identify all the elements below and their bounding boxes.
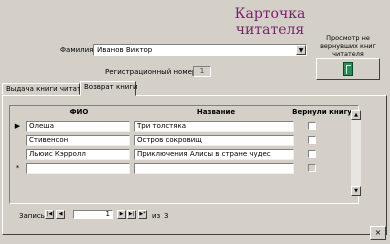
fio-cell[interactable] (26, 163, 130, 174)
first-record-button[interactable]: |◀ (45, 210, 54, 219)
row-selector[interactable] (12, 148, 23, 161)
row-selector[interactable]: ▶ (12, 120, 23, 133)
title-cell[interactable]: Остров сокровищ (134, 135, 294, 146)
fio-cell[interactable]: Олеша (26, 121, 130, 132)
row-selector[interactable] (12, 134, 23, 147)
next-record-button[interactable]: ▶ (117, 210, 126, 219)
new-record-button[interactable]: ▶* (138, 210, 147, 219)
table-row-new[interactable]: * (10, 162, 358, 175)
reg-number-field[interactable]: 1 (193, 66, 211, 77)
tab-return-book[interactable]: Возврат книги (80, 81, 138, 96)
column-header-returned: Вернули книгу (292, 108, 352, 116)
reg-number-label: Регистрационный номер (105, 68, 197, 76)
record-label: Запись: (19, 212, 48, 220)
column-header-title: Название (196, 108, 236, 116)
scroll-down-icon[interactable]: ▼ (351, 186, 361, 196)
reader-value: Иванов Виктор (97, 46, 153, 54)
returned-checkbox[interactable] (308, 122, 316, 130)
previous-record-button[interactable]: ◀ (56, 210, 65, 219)
returned-checkbox[interactable] (308, 164, 316, 172)
last-record-button[interactable]: ▶| (127, 210, 136, 219)
title-cell[interactable]: Три толстяка (134, 121, 294, 132)
table-row[interactable]: ▶ Олеша Три толстяка (10, 120, 358, 133)
title-cell[interactable]: Приключения Алисы в стране чудес (134, 149, 294, 160)
view-unreturned-caption: Просмотр не вернувших книг читателя (320, 34, 376, 58)
table-row[interactable]: Стивенсон Остров сокровищ (10, 134, 358, 147)
tab-issue-book[interactable]: Выдача книги читателю (2, 83, 96, 95)
reader-combobox[interactable]: Иванов Виктор ▼ (93, 44, 307, 56)
view-unreturned-button[interactable] (316, 58, 380, 80)
close-icon[interactable]: × (370, 226, 386, 240)
fio-cell[interactable]: Льюис Кэрролл (26, 149, 130, 160)
table-row[interactable]: Льюис Кэрролл Приключения Алисы в стране… (10, 148, 358, 161)
row-selector[interactable]: * (12, 162, 23, 175)
reader-label: Фамилия (60, 46, 94, 54)
returned-checkbox[interactable] (308, 136, 316, 144)
returned-checkbox[interactable] (308, 150, 316, 158)
current-record-input[interactable]: 1 (73, 210, 113, 219)
return-grid: ФИО Название Вернули книгу ▶ Олеша Три т… (9, 105, 359, 204)
vertical-scrollbar[interactable]: ▲ ▼ (351, 110, 361, 196)
record-total: 3 (164, 212, 169, 220)
book-icon (343, 62, 353, 76)
column-header-fio: ФИО (69, 108, 89, 116)
fio-cell[interactable]: Стивенсон (26, 135, 130, 146)
chevron-down-icon[interactable]: ▼ (296, 45, 306, 55)
record-total-prefix: из (152, 212, 161, 220)
scroll-up-icon[interactable]: ▲ (351, 110, 361, 120)
title-cell[interactable] (134, 163, 294, 174)
